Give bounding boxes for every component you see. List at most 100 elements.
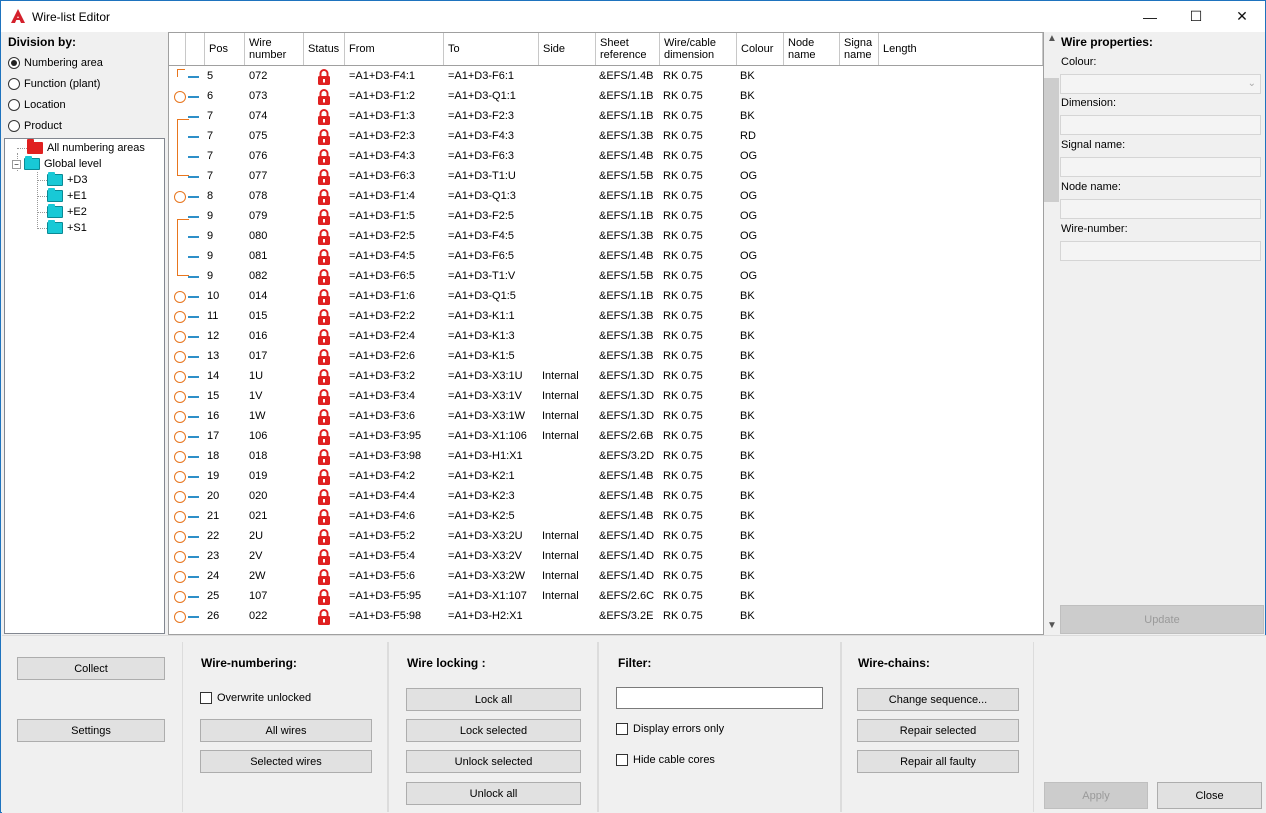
filter-input[interactable] [616,687,823,709]
column-header-status[interactable]: Status [304,33,345,65]
grid-scrollbar[interactable]: ▲ ▼ [1044,32,1059,635]
scroll-thumb[interactable] [1044,78,1059,202]
column-header-pos[interactable]: Pos [205,33,245,65]
table-row[interactable]: 8 078 =A1+D3-F1:4 =A1+D3-Q1:3 &EFS/1.1B RK 0.… [169,187,1043,207]
table-row[interactable]: 7 076 =A1+D3-F4:3 =A1+D3-F6:3 &EFS/1.4B RK 0.… [169,147,1043,167]
lock-icon[interactable] [317,569,331,585]
tree-node-child[interactable]: +E1 [47,188,87,204]
wire-number-field[interactable] [1060,241,1261,261]
lock-icon[interactable] [317,369,331,385]
tree-node-all-areas[interactable]: All numbering areas [27,139,145,156]
table-row[interactable]: 9 081 =A1+D3-F4:5 =A1+D3-F6:5 &EFS/1.4B RK 0.… [169,247,1043,267]
lock-icon[interactable] [317,509,331,525]
display-errors-checkbox[interactable]: Display errors only [616,723,724,735]
table-row[interactable]: 24 2W =A1+D3-F5:6 =A1+D3-X3:2W Internal &EFS/… [169,567,1043,587]
column-header-length[interactable]: Length [879,33,1043,65]
table-row[interactable]: 9 079 =A1+D3-F1:5 =A1+D3-F2:5 &EFS/1.1B RK 0.… [169,207,1043,227]
apply-button[interactable]: Apply [1044,782,1148,809]
column-header-colour[interactable]: Colour [737,33,784,65]
lock-icon[interactable] [317,429,331,445]
column-header-side[interactable]: Side [539,33,596,65]
tree-node-global-level[interactable]: − Global level [12,156,101,172]
lock-all-button[interactable]: Lock all [406,688,581,711]
table-row[interactable]: 7 074 =A1+D3-F1:3 =A1+D3-F2:3 &EFS/1.1B RK 0.… [169,107,1043,127]
column-header-wire-dimension[interactable]: Wire/cable dimension [660,33,737,65]
column-header-chain[interactable] [186,33,205,65]
lock-icon[interactable] [317,129,331,145]
table-row[interactable]: 13 017 =A1+D3-F2:6 =A1+D3-K1:5 &EFS/1.3B RK 0… [169,347,1043,367]
lock-icon[interactable] [317,469,331,485]
table-row[interactable]: 19 019 =A1+D3-F4:2 =A1+D3-K2:1 &EFS/1.4B RK 0… [169,467,1043,487]
table-row[interactable]: 18 018 =A1+D3-F3:98 =A1+D3-H1:X1 &EFS/3.2D RK… [169,447,1043,467]
table-row[interactable]: 14 1U =A1+D3-F3:2 =A1+D3-X3:1U Internal &EFS/… [169,367,1043,387]
table-row[interactable]: 7 075 =A1+D3-F2:3 =A1+D3-F4:3 &EFS/1.3B RK 0.… [169,127,1043,147]
division-radio-2[interactable]: Location [8,99,66,111]
signal-name-field[interactable] [1060,157,1261,177]
lock-icon[interactable] [317,409,331,425]
lock-icon[interactable] [317,289,331,305]
column-header-to[interactable]: To [444,33,539,65]
unlock-all-button[interactable]: Unlock all [406,782,581,805]
scroll-down-icon[interactable]: ▼ [1047,620,1057,631]
numbering-area-tree[interactable]: All numbering areas − Global level +D3 +E… [4,138,165,634]
table-row[interactable]: 23 2V =A1+D3-F5:4 =A1+D3-X3:2V Internal &EFS/… [169,547,1043,567]
table-row[interactable]: 15 1V =A1+D3-F3:4 =A1+D3-X3:1V Internal &EFS/… [169,387,1043,407]
close-window-button[interactable]: ✕ [1219,1,1265,32]
update-button[interactable]: Update [1060,605,1264,634]
lock-icon[interactable] [317,589,331,605]
tree-node-child[interactable]: +E2 [47,204,87,220]
lock-icon[interactable] [317,449,331,465]
lock-icon[interactable] [317,229,331,245]
collapse-icon[interactable]: − [12,159,21,169]
tree-node-child[interactable]: +D3 [47,172,88,188]
wire-list-grid[interactable]: Pos Wire number Status From To Side Sheet refe… [168,32,1044,635]
colour-select[interactable]: ⌄ [1060,74,1261,94]
minimize-button[interactable]: — [1127,1,1173,32]
table-row[interactable]: 26 022 =A1+D3-F5:98 =A1+D3-H2:X1 &EFS/3.2E RK… [169,607,1043,627]
column-header-wire-number[interactable]: Wire number [245,33,304,65]
table-row[interactable]: 21 021 =A1+D3-F4:6 =A1+D3-K2:5 &EFS/1.4B RK 0… [169,507,1043,527]
collect-button[interactable]: Collect [17,657,165,680]
table-row[interactable]: 25 107 =A1+D3-F5:95 =A1+D3-X1:107 Internal &E… [169,587,1043,607]
unlock-selected-button[interactable]: Unlock selected [406,750,581,773]
lock-selected-button[interactable]: Lock selected [406,719,581,742]
lock-icon[interactable] [317,549,331,565]
change-sequence-button[interactable]: Change sequence... [857,688,1019,711]
lock-icon[interactable] [317,69,331,85]
table-row[interactable]: 16 1W =A1+D3-F3:6 =A1+D3-X3:1W Internal &EFS/… [169,407,1043,427]
close-button[interactable]: Close [1157,782,1262,809]
lock-icon[interactable] [317,109,331,125]
settings-button[interactable]: Settings [17,719,165,742]
scroll-up-icon[interactable]: ▲ [1047,33,1057,44]
hide-cable-cores-checkbox[interactable]: Hide cable cores [616,754,715,766]
selected-wires-button[interactable]: Selected wires [200,750,372,773]
division-radio-0[interactable]: Numbering area [8,57,103,69]
table-row[interactable]: 7 077 =A1+D3-F6:3 =A1+D3-T1:U &EFS/1.5B RK 0.… [169,167,1043,187]
tree-node-child[interactable]: +S1 [47,220,87,236]
table-row[interactable]: 10 014 =A1+D3-F1:6 =A1+D3-Q1:5 &EFS/1.1B RK 0… [169,287,1043,307]
lock-icon[interactable] [317,169,331,185]
table-row[interactable]: 6 073 =A1+D3-F1:2 =A1+D3-Q1:1 &EFS/1.1B RK 0.… [169,87,1043,107]
lock-icon[interactable] [317,149,331,165]
table-row[interactable]: 5 072 =A1+D3-F4:1 =A1+D3-F6:1 &EFS/1.4B RK 0.… [169,67,1043,87]
table-row[interactable]: 11 015 =A1+D3-F2:2 =A1+D3-K1:1 &EFS/1.3B RK 0… [169,307,1043,327]
lock-icon[interactable] [317,269,331,285]
lock-icon[interactable] [317,529,331,545]
column-header-sheet-reference[interactable]: Sheet reference [596,33,660,65]
division-radio-3[interactable]: Product [8,120,62,132]
all-wires-button[interactable]: All wires [200,719,372,742]
dimension-field[interactable] [1060,115,1261,135]
lock-icon[interactable] [317,489,331,505]
lock-icon[interactable] [317,189,331,205]
table-row[interactable]: 9 080 =A1+D3-F2:5 =A1+D3-F4:5 &EFS/1.3B RK 0.… [169,227,1043,247]
lock-icon[interactable] [317,249,331,265]
table-row[interactable]: 12 016 =A1+D3-F2:4 =A1+D3-K1:3 &EFS/1.3B RK 0… [169,327,1043,347]
table-row[interactable]: 20 020 =A1+D3-F4:4 =A1+D3-K2:3 &EFS/1.4B RK 0… [169,487,1043,507]
column-header-select[interactable] [169,33,186,65]
column-header-signal-name[interactable]: Signa name [840,33,879,65]
lock-icon[interactable] [317,609,331,625]
table-row[interactable]: 22 2U =A1+D3-F5:2 =A1+D3-X3:2U Internal &EFS/… [169,527,1043,547]
table-row[interactable]: 9 082 =A1+D3-F6:5 =A1+D3-T1:V &EFS/1.5B RK 0.… [169,267,1043,287]
repair-selected-button[interactable]: Repair selected [857,719,1019,742]
division-radio-1[interactable]: Function (plant) [8,78,100,90]
